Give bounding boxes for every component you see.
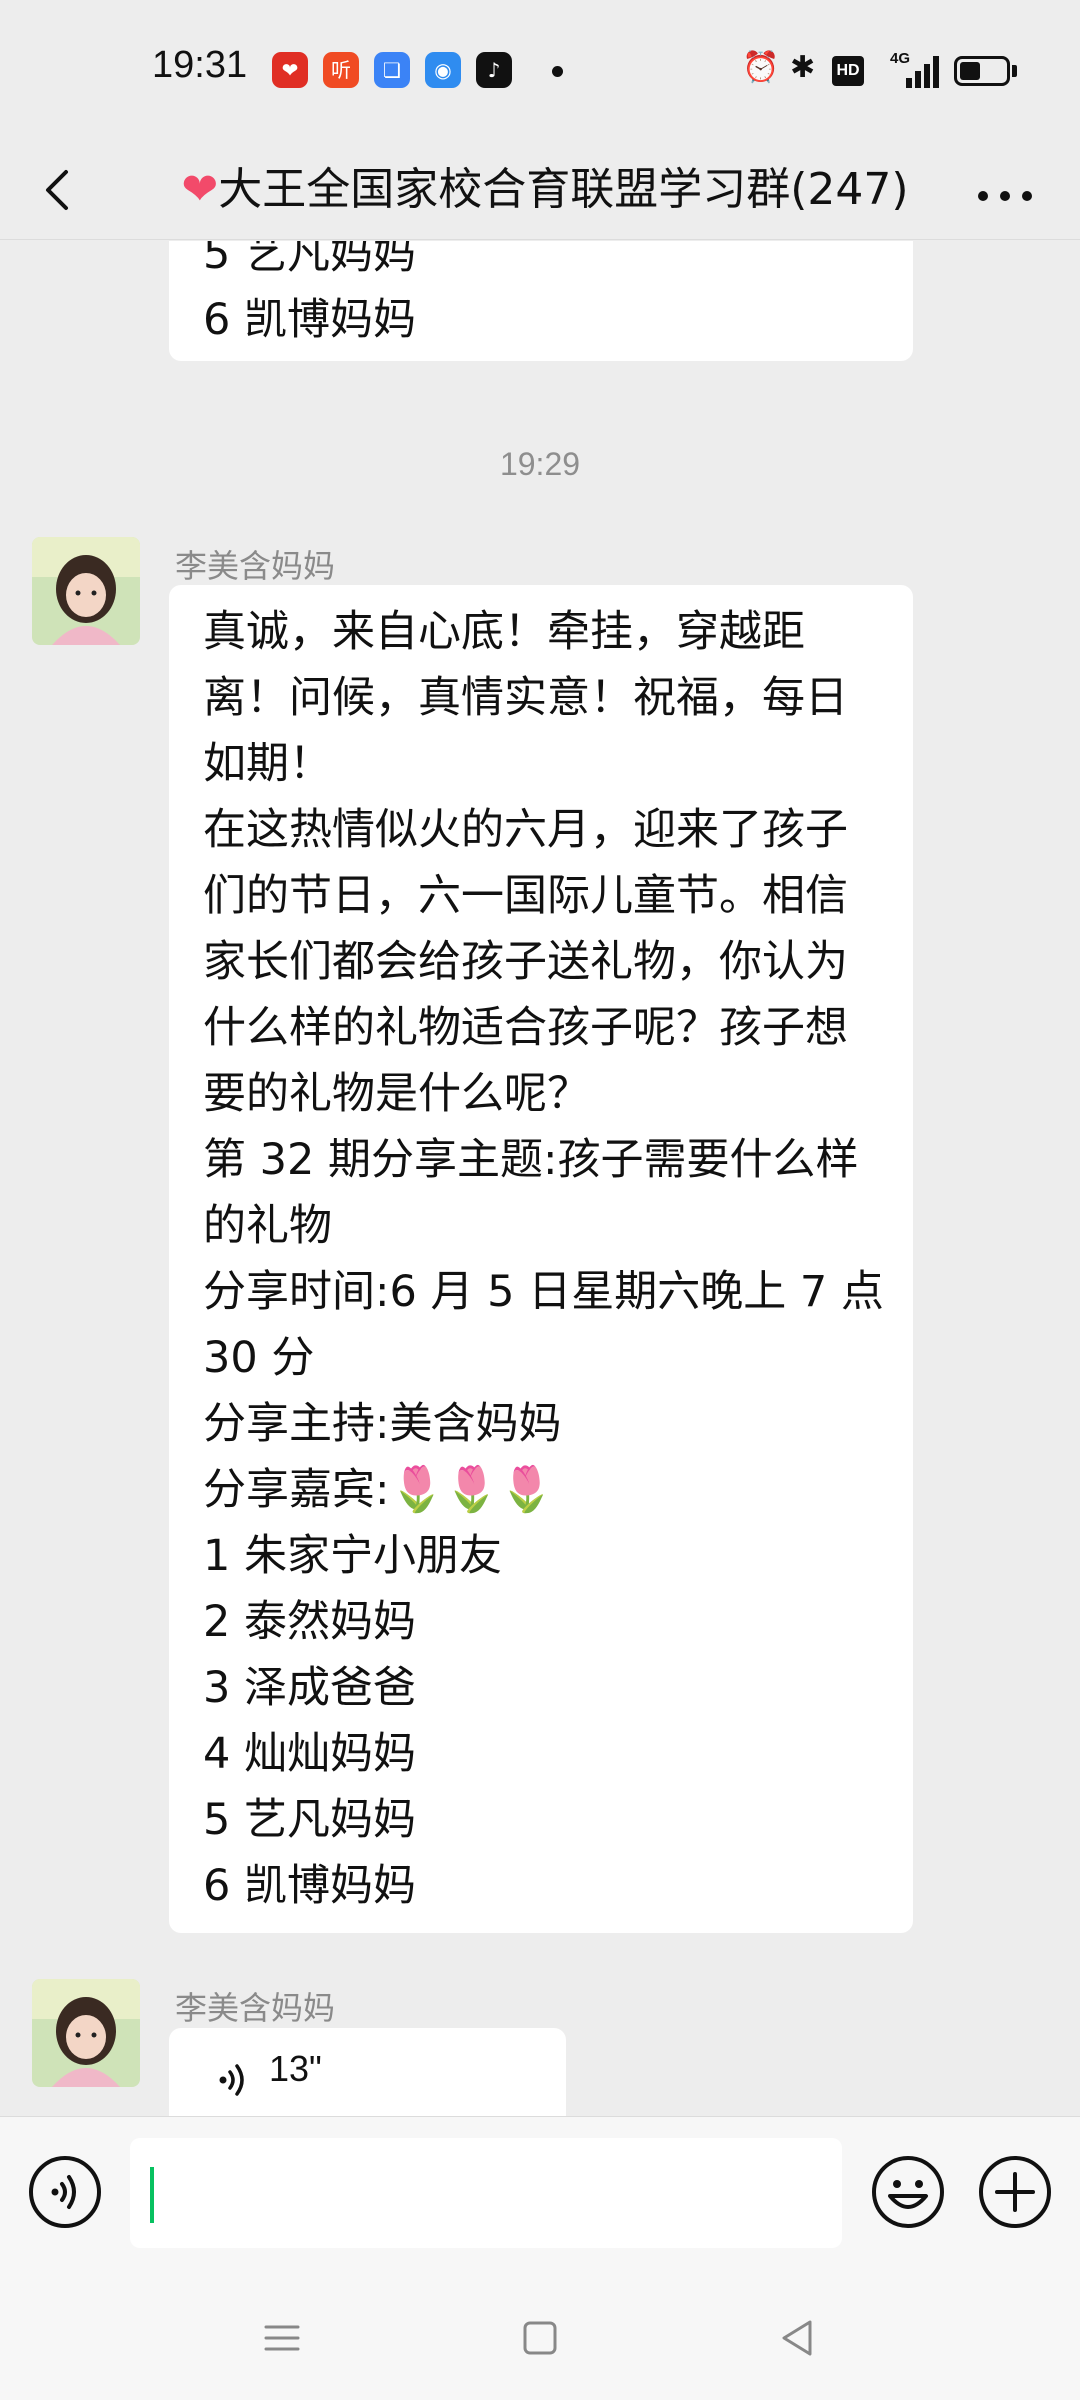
guest-item: 2 泰然妈妈 xyxy=(203,1597,417,1647)
app-circle-icon: ◉ xyxy=(425,52,461,88)
message-timestamp: 19:29 xyxy=(499,446,581,482)
ting-icon: 听 xyxy=(323,52,359,88)
smiley-icon xyxy=(872,2156,944,2228)
message-input[interactable] xyxy=(130,2138,842,2248)
notification-dot xyxy=(552,66,563,77)
home-button[interactable] xyxy=(510,2308,570,2368)
message-line: 的礼物 xyxy=(203,1201,332,1251)
message-line: 什么样的礼物适合孩子呢？孩子想 xyxy=(203,1003,848,1053)
emoji-button[interactable] xyxy=(870,2154,946,2230)
battery-tip xyxy=(1012,65,1017,77)
guest-item: 5 艺凡妈妈 xyxy=(203,1795,417,1845)
voice-message-bubble[interactable]: 13" xyxy=(169,2028,566,2116)
plus-icon xyxy=(979,2156,1051,2228)
more-options-button[interactable] xyxy=(970,160,1040,220)
back-button[interactable] xyxy=(30,160,90,220)
more-functions-button[interactable] xyxy=(977,2154,1053,2230)
text-cursor xyxy=(150,2167,154,2223)
status-time: 19:31 xyxy=(152,44,248,86)
system-back-button[interactable] xyxy=(768,2308,828,2368)
battery-icon xyxy=(954,56,1010,86)
message-line: 分享主持:美含妈妈 xyxy=(203,1399,562,1449)
tulip-emoji-icon: 🌷🌷🌷 xyxy=(389,1464,554,1515)
signal-icon xyxy=(906,56,940,88)
message-line: 家长们都会给孩子送礼物，你认为 xyxy=(203,937,848,987)
message-line: 分享时间:6 月 5 日星期六晚上 7 点 xyxy=(203,1267,884,1317)
home-square-icon xyxy=(523,2321,557,2355)
voice-wave-icon xyxy=(219,2064,244,2096)
battery-level xyxy=(960,62,980,80)
message-line: 6 凯博妈妈 xyxy=(203,295,417,345)
guest-item: 4 灿灿妈妈 xyxy=(203,1729,417,1779)
message-bubble[interactable]: 真诚，来自心底！牵挂，穿越距 离！问候，真情实意！祝福，每日 如期！ 在这热情似… xyxy=(169,585,913,1933)
avatar[interactable] xyxy=(32,537,140,645)
avatar-photo xyxy=(32,537,140,645)
menu-icon xyxy=(264,2325,300,2351)
voice-input-button[interactable] xyxy=(27,2154,103,2230)
voice-duration: 13" xyxy=(269,2048,322,2089)
guest-item: 3 泽成爸爸 xyxy=(203,1663,417,1713)
message-line: 第 32 期分享主题:孩子需要什么样 xyxy=(203,1135,859,1185)
app-blue-icon: ❏ xyxy=(374,52,410,88)
message-line: 5 艺凡妈妈 xyxy=(203,241,417,279)
sender-name: 李美含妈妈 xyxy=(175,547,336,585)
status-bar: 19:31 ❤ 听 ❏ ◉ ♪ ⏰ ✱ HD 4G xyxy=(0,0,1080,140)
group-name: 大王全国家校合育联盟学习群(247) xyxy=(218,164,909,215)
message-line: 要的礼物是什么呢？ xyxy=(203,1069,590,1119)
voice-input-icon xyxy=(29,2156,101,2228)
message-line: 们的节日，六一国际儿童节。相信 xyxy=(203,871,848,921)
pinduoduo-icon: ❤ xyxy=(272,52,308,88)
guest-item: 6 凯博妈妈 xyxy=(203,1861,417,1911)
message-line: 在这热情似火的六月，迎来了孩子 xyxy=(203,805,848,855)
system-navigation-bar xyxy=(0,2278,1080,2400)
guest-label: 分享嘉宾: xyxy=(203,1465,390,1515)
guest-item: 1 朱家宁小朋友 xyxy=(203,1531,503,1581)
tiktok-icon: ♪ xyxy=(476,52,512,88)
avatar-photo xyxy=(32,1979,140,2087)
message-line: 真诚，来自心底！牵挂，穿越距 xyxy=(203,607,805,657)
more-icon xyxy=(978,191,1032,201)
avatar[interactable] xyxy=(32,1979,140,2087)
alarm-icon: ⏰ xyxy=(742,50,780,85)
recent-apps-button[interactable] xyxy=(252,2308,312,2368)
message-line: 30 分 xyxy=(203,1333,315,1383)
chat-title: ❤大王全国家校合育联盟学习群(247) xyxy=(150,140,940,240)
sender-name: 李美含妈妈 xyxy=(175,1989,336,2027)
input-bar xyxy=(0,2116,1080,2278)
message-line: 如期！ xyxy=(203,739,332,789)
bluetooth-icon: ✱ xyxy=(790,50,816,85)
heart-icon: ❤ xyxy=(181,164,219,215)
back-triangle-icon xyxy=(782,2320,812,2356)
message-line: 分享嘉宾:🌷🌷🌷 xyxy=(203,1457,879,1523)
message-bubble[interactable]: 5 艺凡妈妈 6 凯博妈妈 xyxy=(169,241,913,361)
message-line: 离！问候，真情实意！祝福，每日 xyxy=(203,673,848,723)
chat-message-list[interactable]: 5 艺凡妈妈 6 凯博妈妈 19:29 李美含妈妈 真诚，来自心底！牵挂，穿越距… xyxy=(0,241,1080,2116)
hd-badge: HD xyxy=(832,56,864,86)
back-arrow-icon xyxy=(46,170,68,210)
chat-header: ❤大王全国家校合育联盟学习群(247) xyxy=(0,140,1080,240)
